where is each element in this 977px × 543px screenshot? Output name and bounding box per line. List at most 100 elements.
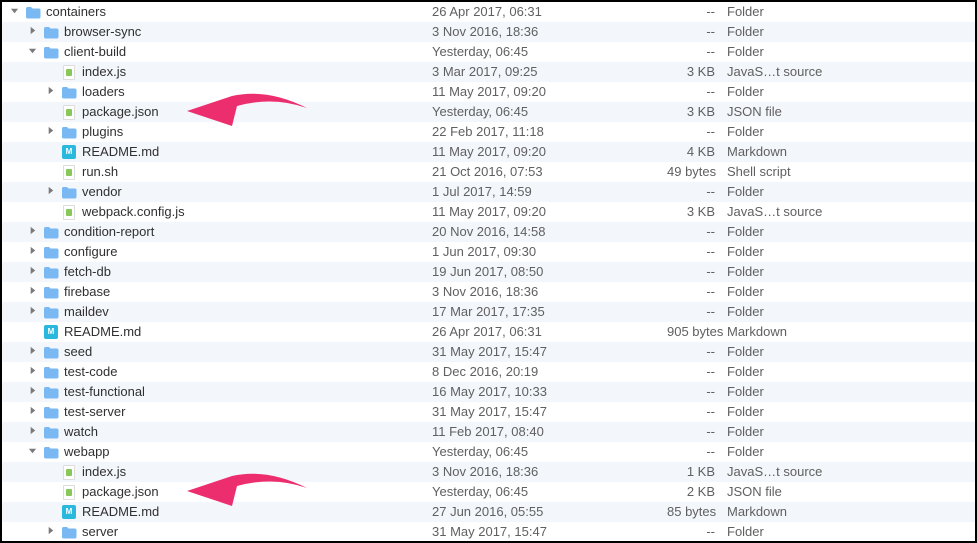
markdown-icon: M — [43, 324, 59, 340]
file-row[interactable]: MREADME.md11 May 2017, 09:204 KBMarkdown — [2, 142, 975, 162]
disclosure-triangle[interactable] — [28, 346, 40, 358]
file-name: loaders — [82, 82, 125, 102]
file-row[interactable]: server31 May 2017, 15:47--Folder — [2, 522, 975, 542]
file-row[interactable]: watch11 Feb 2017, 08:40--Folder — [2, 422, 975, 442]
folder-icon — [43, 24, 59, 40]
date-modified: 31 May 2017, 15:47 — [432, 522, 667, 542]
file-row[interactable]: webappYesterday, 06:45--Folder — [2, 442, 975, 462]
disclosure-triangle — [46, 206, 58, 218]
disclosure-triangle[interactable] — [28, 426, 40, 438]
file-kind: Folder — [727, 282, 975, 302]
file-kind: Folder — [727, 442, 975, 462]
file-row[interactable]: loaders11 May 2017, 09:20--Folder — [2, 82, 975, 102]
file-row[interactable]: run.sh21 Oct 2016, 07:5349 bytesShell sc… — [2, 162, 975, 182]
json-file-icon — [61, 484, 77, 500]
file-row[interactable]: browser-sync3 Nov 2016, 18:36--Folder — [2, 22, 975, 42]
disclosure-triangle[interactable] — [28, 406, 40, 418]
file-row[interactable]: package.jsonYesterday, 06:453 KBJSON fil… — [2, 102, 975, 122]
file-size: 85 bytes — [667, 502, 727, 522]
disclosure-triangle[interactable] — [28, 46, 40, 58]
file-size: -- — [667, 242, 727, 262]
disclosure-triangle[interactable] — [28, 246, 40, 258]
file-name: watch — [64, 422, 98, 442]
name-column: fetch-db — [2, 262, 432, 282]
name-column: test-server — [2, 402, 432, 422]
file-row[interactable]: firebase 3 Nov 2016, 18:36--Folder — [2, 282, 975, 302]
folder-icon — [43, 284, 59, 300]
file-name: maildev — [64, 302, 109, 322]
disclosure-triangle[interactable] — [28, 226, 40, 238]
json-file-icon — [61, 104, 77, 120]
markdown-icon: M — [61, 504, 77, 520]
disclosure-triangle[interactable] — [28, 446, 40, 458]
disclosure-triangle[interactable] — [46, 126, 58, 138]
file-size: -- — [667, 262, 727, 282]
file-row[interactable]: test-code8 Dec 2016, 20:19--Folder — [2, 362, 975, 382]
date-modified: 3 Nov 2016, 18:36 — [432, 282, 667, 302]
file-row[interactable]: client-buildYesterday, 06:45--Folder — [2, 42, 975, 62]
date-modified: 16 May 2017, 10:33 — [432, 382, 667, 402]
disclosure-triangle[interactable] — [28, 26, 40, 38]
disclosure-triangle[interactable] — [28, 286, 40, 298]
disclosure-triangle[interactable] — [28, 306, 40, 318]
disclosure-triangle[interactable] — [28, 366, 40, 378]
name-column: configure — [2, 242, 432, 262]
date-modified: 3 Nov 2016, 18:36 — [432, 462, 667, 482]
file-kind: JavaS…t source — [727, 62, 975, 82]
file-size: -- — [667, 282, 727, 302]
folder-icon — [43, 424, 59, 440]
date-modified: 31 May 2017, 15:47 — [432, 342, 667, 362]
file-name: firebase — [64, 282, 110, 302]
file-row[interactable]: maildev17 Mar 2017, 17:35--Folder — [2, 302, 975, 322]
folder-icon — [61, 84, 77, 100]
file-row[interactable]: index.js3 Nov 2016, 18:361 KBJavaS…t sou… — [2, 462, 975, 482]
disclosure-triangle — [46, 466, 58, 478]
disclosure-triangle[interactable] — [28, 386, 40, 398]
file-kind: Folder — [727, 362, 975, 382]
name-column: package.json — [2, 482, 432, 502]
file-row[interactable]: webpack.config.js11 May 2017, 09:203 KBJ… — [2, 202, 975, 222]
file-name: webapp — [64, 442, 110, 462]
disclosure-triangle[interactable] — [10, 6, 22, 18]
date-modified: 26 Apr 2017, 06:31 — [432, 2, 667, 22]
file-row[interactable]: MREADME.md27 Jun 2016, 05:5585 bytesMark… — [2, 502, 975, 522]
date-modified: 20 Nov 2016, 14:58 — [432, 222, 667, 242]
file-size: 4 KB — [667, 142, 727, 162]
file-name: test-code — [64, 362, 117, 382]
file-row[interactable]: test-functional16 May 2017, 10:33--Folde… — [2, 382, 975, 402]
markdown-icon: M — [61, 144, 77, 160]
disclosure-triangle[interactable] — [28, 266, 40, 278]
name-column: vendor — [2, 182, 432, 202]
disclosure-triangle[interactable] — [46, 86, 58, 98]
name-column: seed — [2, 342, 432, 362]
name-column: run.sh — [2, 162, 432, 182]
js-file-icon — [61, 464, 77, 480]
disclosure-triangle — [46, 506, 58, 518]
file-row[interactable]: plugins22 Feb 2017, 11:18--Folder — [2, 122, 975, 142]
file-name: test-functional — [64, 382, 145, 402]
file-name: server — [82, 522, 118, 542]
date-modified: 3 Mar 2017, 09:25 — [432, 62, 667, 82]
folder-icon — [43, 44, 59, 60]
file-name: package.json — [82, 102, 159, 122]
file-row[interactable]: containers26 Apr 2017, 06:31--Folder — [2, 2, 975, 22]
file-row[interactable]: package.jsonYesterday, 06:452 KBJSON fil… — [2, 482, 975, 502]
file-row[interactable]: vendor1 Jul 2017, 14:59--Folder — [2, 182, 975, 202]
date-modified: Yesterday, 06:45 — [432, 482, 667, 502]
file-row[interactable]: test-server31 May 2017, 15:47--Folder — [2, 402, 975, 422]
folder-icon — [43, 444, 59, 460]
file-row[interactable]: fetch-db19 Jun 2017, 08:50--Folder — [2, 262, 975, 282]
file-row[interactable]: condition-report20 Nov 2016, 14:58--Fold… — [2, 222, 975, 242]
js-file-icon — [61, 64, 77, 80]
file-size: 3 KB — [667, 202, 727, 222]
file-kind: JavaS…t source — [727, 462, 975, 482]
file-row[interactable]: MREADME.md26 Apr 2017, 06:31905 bytesMar… — [2, 322, 975, 342]
disclosure-triangle[interactable] — [46, 186, 58, 198]
file-row[interactable]: seed31 May 2017, 15:47--Folder — [2, 342, 975, 362]
file-row[interactable]: configure1 Jun 2017, 09:30--Folder — [2, 242, 975, 262]
file-name: index.js — [82, 462, 126, 482]
file-row[interactable]: index.js3 Mar 2017, 09:253 KBJavaS…t sou… — [2, 62, 975, 82]
file-size: -- — [667, 182, 727, 202]
disclosure-triangle[interactable] — [46, 526, 58, 538]
file-kind: Folder — [727, 522, 975, 542]
